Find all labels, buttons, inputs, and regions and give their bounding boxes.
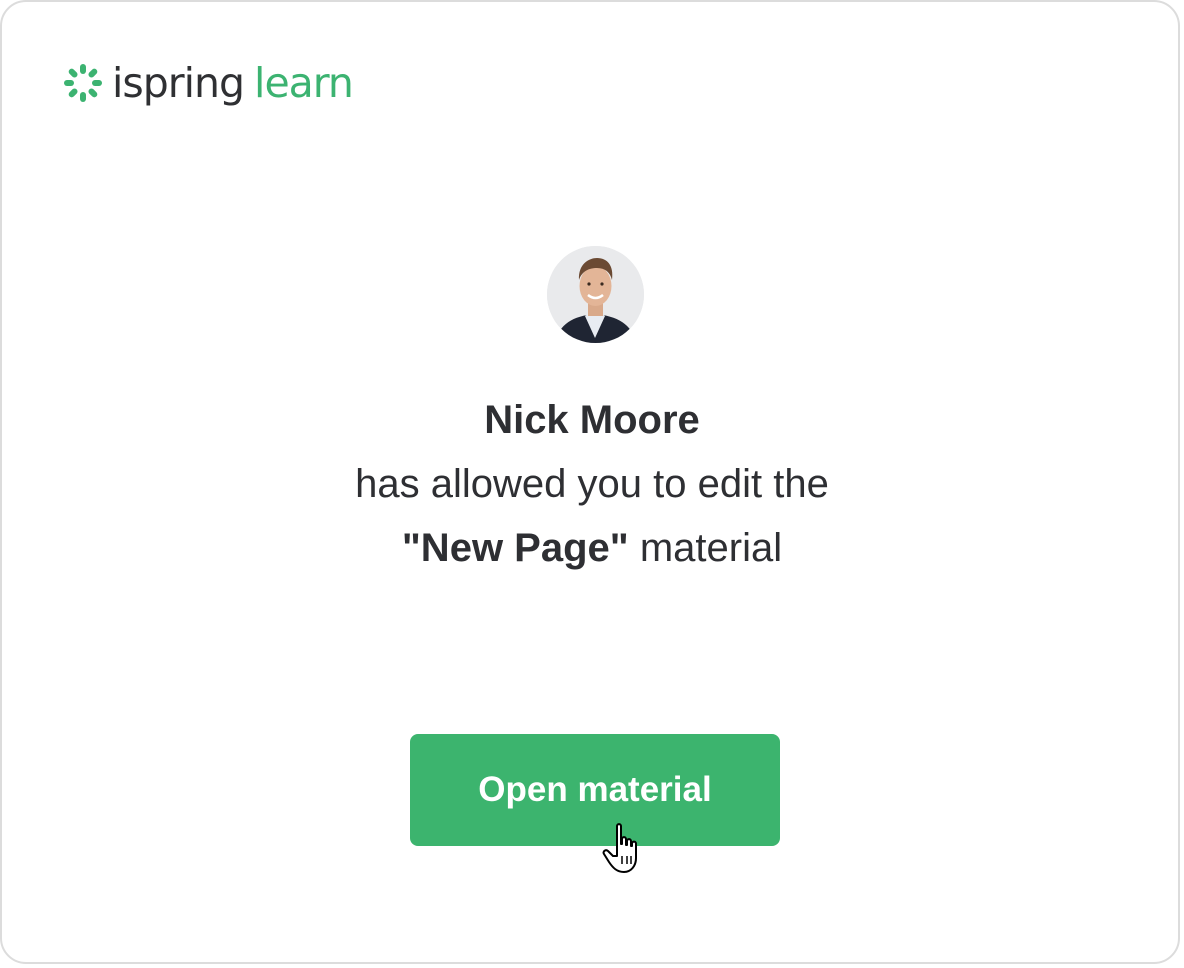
material-line: "New Page" material [2,516,1182,580]
hand-pointer-icon [602,822,646,876]
permission-text: has allowed you to edit the [355,462,829,506]
material-name: "New Page" [401,526,629,570]
avatar [547,246,644,343]
spark-icon [62,62,104,104]
ispring-learn-logo: ispring learn [62,58,354,108]
notification-message: Nick Moore has allowed you to edit the "… [2,388,1182,580]
open-material-button[interactable]: Open material [410,734,780,846]
logo-word-learn: learn [254,58,354,107]
notification-card: ispring learn Nick Moore has allowed you… [0,0,1180,964]
logo-word-ispring: ispring [112,58,245,107]
avatar-portrait [547,246,644,343]
material-suffix: material [628,526,783,570]
sender-name: Nick Moore [484,398,700,442]
